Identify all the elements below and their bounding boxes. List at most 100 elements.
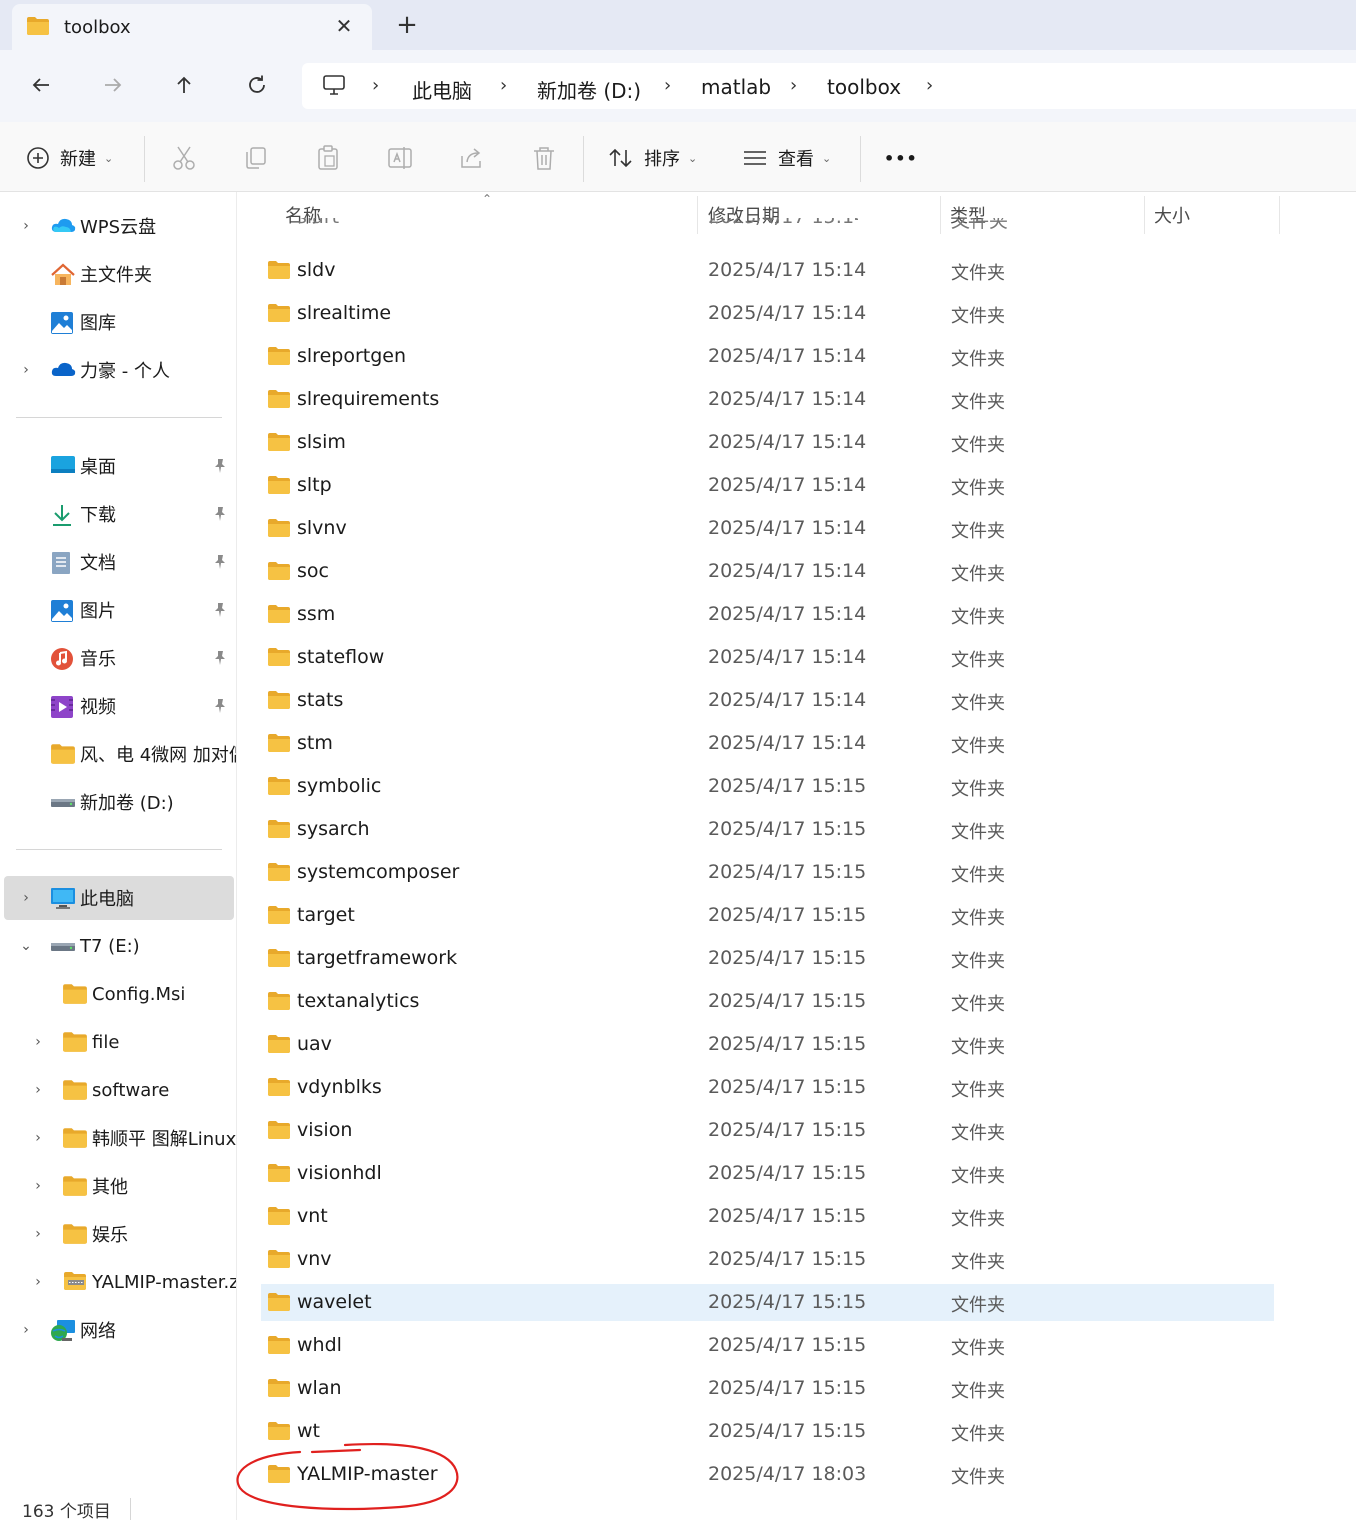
- paste-icon[interactable]: [314, 144, 342, 172]
- breadcrumb-separator[interactable]: ›: [664, 75, 671, 96]
- chevron-right-icon[interactable]: ›: [19, 218, 33, 234]
- copy-icon[interactable]: [242, 144, 270, 172]
- column-header-size[interactable]: 大小: [1154, 202, 1190, 228]
- file-row[interactable]: vnt 2025/4/17 15:15 文件夹: [261, 1198, 1274, 1235]
- refresh-button[interactable]: [240, 68, 274, 102]
- chevron-right-icon[interactable]: ›: [31, 1274, 45, 1290]
- sidebar-item[interactable]: › 力豪 - 个人: [0, 348, 236, 392]
- tab-toolbox[interactable]: toolbox ✕: [12, 4, 372, 50]
- file-row[interactable]: slvnv 2025/4/17 15:14 文件夹: [261, 510, 1274, 547]
- up-button[interactable]: [167, 68, 201, 102]
- rename-icon[interactable]: [386, 144, 414, 172]
- file-row[interactable]: slrequirements 2025/4/17 15:14 文件夹: [261, 381, 1274, 418]
- file-row[interactable]: sltp 2025/4/17 15:14 文件夹: [261, 467, 1274, 504]
- sort-button[interactable]: 排序 ⌄: [608, 142, 697, 174]
- share-icon[interactable]: [458, 144, 486, 172]
- file-row[interactable]: textanalytics 2025/4/17 15:15 文件夹: [261, 983, 1274, 1020]
- breadcrumb-separator[interactable]: ›: [926, 75, 933, 96]
- close-tab-icon[interactable]: ✕: [330, 12, 358, 40]
- chevron-right-icon[interactable]: ›: [31, 1034, 45, 1050]
- chevron-right-icon[interactable]: ›: [19, 890, 33, 906]
- sidebar-item[interactable]: 风、电 4微网 加对偶: [0, 732, 236, 776]
- file-row[interactable]: slrealtime 2025/4/17 15:14 文件夹: [261, 295, 1274, 332]
- pin-icon[interactable]: [212, 554, 228, 570]
- sidebar-item[interactable]: › software: [0, 1068, 236, 1112]
- file-row[interactable]: wavelet 2025/4/17 15:15 文件夹: [261, 1284, 1274, 1321]
- sidebar-item[interactable]: 图库: [0, 300, 236, 344]
- sidebar-item[interactable]: › 网络: [0, 1308, 236, 1352]
- breadcrumb-separator[interactable]: ›: [790, 75, 797, 96]
- sidebar-item[interactable]: Config.Msi: [0, 972, 236, 1016]
- sidebar-item[interactable]: › 此电脑: [4, 876, 234, 920]
- view-button[interactable]: 查看 ⌄: [742, 142, 831, 174]
- sidebar-item[interactable]: 图片: [0, 588, 236, 632]
- pin-icon[interactable]: [212, 458, 228, 474]
- file-row[interactable]: targetframework 2025/4/17 15:15 文件夹: [261, 940, 1274, 977]
- forward-button[interactable]: [96, 68, 130, 102]
- sidebar-item[interactable]: 主文件夹: [0, 252, 236, 296]
- file-row[interactable]: ssm 2025/4/17 15:14 文件夹: [261, 596, 1274, 633]
- pin-icon[interactable]: [212, 698, 228, 714]
- more-options-icon[interactable]: •••: [884, 142, 918, 174]
- sidebar-item[interactable]: › file: [0, 1020, 236, 1064]
- sidebar-item[interactable]: 文档: [0, 540, 236, 584]
- sidebar-item[interactable]: 桌面: [0, 444, 236, 488]
- pin-icon[interactable]: [212, 602, 228, 618]
- breadcrumb-separator[interactable]: ›: [500, 75, 507, 96]
- back-button[interactable]: [24, 68, 58, 102]
- delete-icon[interactable]: [530, 144, 558, 172]
- file-row[interactable]: visionhdl 2025/4/17 15:15 文件夹: [261, 1155, 1274, 1192]
- file-row[interactable]: symbolic 2025/4/17 15:15 文件夹: [261, 768, 1274, 805]
- column-divider[interactable]: [1144, 196, 1145, 234]
- file-row[interactable]: sysarch 2025/4/17 15:15 文件夹: [261, 811, 1274, 848]
- file-row[interactable]: systemcomposer 2025/4/17 15:15 文件夹: [261, 854, 1274, 891]
- sidebar-item[interactable]: ⌄ T7 (E:): [0, 924, 236, 968]
- sidebar-item[interactable]: 音乐: [0, 636, 236, 680]
- pin-icon[interactable]: [212, 506, 228, 522]
- file-row[interactable]: stats 2025/4/17 15:14 文件夹: [261, 682, 1274, 719]
- sidebar-item[interactable]: › YALMIP-master.zip: [0, 1260, 236, 1304]
- breadcrumb-this-pc[interactable]: 此电脑: [412, 75, 472, 104]
- column-divider[interactable]: [697, 196, 698, 234]
- chevron-right-icon[interactable]: ›: [31, 1082, 45, 1098]
- chevron-down-icon[interactable]: ⌄: [19, 938, 33, 954]
- column-divider[interactable]: [940, 196, 941, 234]
- new-button[interactable]: 新建 ⌄: [26, 142, 113, 174]
- pin-icon[interactable]: [212, 650, 228, 666]
- file-row[interactable]: vnv 2025/4/17 15:15 文件夹: [261, 1241, 1274, 1278]
- file-row[interactable]: uav 2025/4/17 15:15 文件夹: [261, 1026, 1274, 1063]
- address-bar[interactable]: › 此电脑 › 新加卷 (D:) › matlab › toolbox ›: [302, 63, 1356, 109]
- sidebar-item[interactable]: › 韩顺平 图解Linux: [0, 1116, 236, 1160]
- sidebar-item[interactable]: › 娱乐: [0, 1212, 236, 1256]
- breadcrumb-matlab[interactable]: matlab: [701, 75, 771, 99]
- sidebar-item[interactable]: 下载: [0, 492, 236, 536]
- file-row[interactable]: wlan 2025/4/17 15:15 文件夹: [261, 1370, 1274, 1407]
- breadcrumb-separator[interactable]: ›: [372, 75, 379, 96]
- new-tab-icon[interactable]: +: [392, 10, 422, 40]
- file-row[interactable]: vdynblks 2025/4/17 15:15 文件夹: [261, 1069, 1274, 1106]
- file-row[interactable]: target 2025/4/17 15:15 文件夹: [261, 897, 1274, 934]
- file-row[interactable]: wt 2025/4/17 15:15 文件夹: [261, 1413, 1274, 1450]
- file-row[interactable]: slsim 2025/4/17 15:14 文件夹: [261, 424, 1274, 461]
- chevron-right-icon[interactable]: ›: [31, 1178, 45, 1194]
- file-row[interactable]: slreportgen 2025/4/17 15:14 文件夹: [261, 338, 1274, 375]
- chevron-right-icon[interactable]: ›: [31, 1226, 45, 1242]
- file-row[interactable]: sldv 2025/4/17 15:14 文件夹: [261, 252, 1274, 289]
- sidebar-item[interactable]: 新加卷 (D:): [0, 780, 236, 824]
- file-row[interactable]: whdl 2025/4/17 15:15 文件夹: [261, 1327, 1274, 1364]
- chevron-right-icon[interactable]: ›: [19, 1322, 33, 1338]
- breadcrumb-toolbox[interactable]: toolbox: [827, 75, 901, 99]
- sidebar-item[interactable]: › 其他: [0, 1164, 236, 1208]
- sidebar-item[interactable]: › WPS云盘: [0, 204, 236, 248]
- file-row[interactable]: stm 2025/4/17 15:14 文件夹: [261, 725, 1274, 762]
- file-row[interactable]: YALMIP-master 2025/4/17 18:03 文件夹: [261, 1456, 1274, 1493]
- file-row[interactable]: soc 2025/4/17 15:14 文件夹: [261, 553, 1274, 590]
- file-row[interactable]: stateflow 2025/4/17 15:14 文件夹: [261, 639, 1274, 676]
- column-divider[interactable]: [1279, 196, 1280, 234]
- file-row[interactable]: vision 2025/4/17 15:15 文件夹: [261, 1112, 1274, 1149]
- sidebar-item[interactable]: 视频: [0, 684, 236, 728]
- chevron-right-icon[interactable]: ›: [19, 362, 33, 378]
- chevron-right-icon[interactable]: ›: [31, 1130, 45, 1146]
- cut-icon[interactable]: [170, 144, 198, 172]
- breadcrumb-drive-d[interactable]: 新加卷 (D:): [537, 75, 641, 104]
